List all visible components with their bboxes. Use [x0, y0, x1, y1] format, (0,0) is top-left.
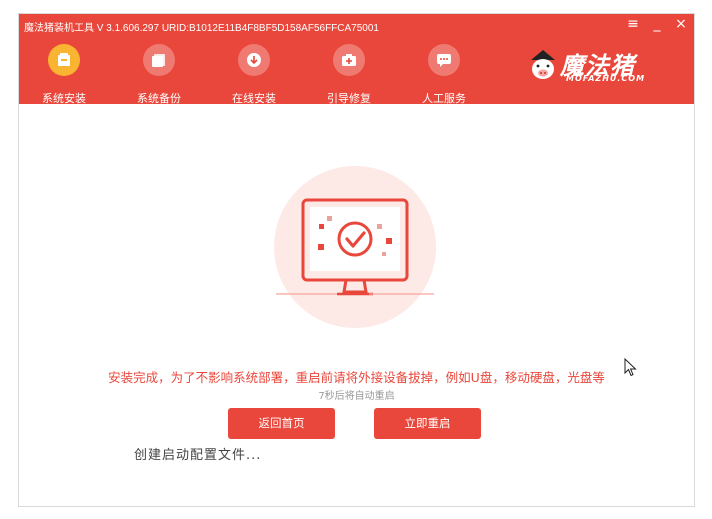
- return-home-button[interactable]: 返回首页: [228, 408, 335, 439]
- system-backup-icon: [143, 44, 175, 76]
- minimize-button[interactable]: _: [650, 16, 664, 32]
- top-nav: 系统安装 系统备份 在线安装 引导修复 人工服务: [19, 40, 489, 105]
- restart-countdown: 7秒后将自动重启: [318, 391, 395, 402]
- brand-logo: 魔法猪 MOFAZHU.COM: [528, 44, 678, 89]
- progress-status-text: 创建启动配置文件...: [134, 448, 262, 463]
- nav-item-system-backup[interactable]: 系统备份: [124, 40, 194, 105]
- main-panel: 安装完成，为了不影响系统部署，重启前请将外接设备拔掉，例如U盘，移动硬盘，光盘等…: [19, 104, 694, 506]
- install-complete-message: 安装完成，为了不影响系统部署，重启前请将外接设备拔掉，例如U盘，移动硬盘，光盘等: [108, 370, 605, 385]
- boot-repair-icon: [333, 44, 365, 76]
- close-button[interactable]: ×: [674, 16, 688, 32]
- mouse-cursor-icon: [624, 358, 637, 377]
- restart-now-button[interactable]: 立即重启: [374, 408, 481, 439]
- nav-item-online-install[interactable]: 在线安装: [219, 40, 289, 105]
- support-chat-icon: [428, 44, 460, 76]
- install-complete-illustration: [274, 166, 436, 328]
- nav-item-boot-repair[interactable]: 引导修复: [314, 40, 384, 105]
- online-install-icon: [238, 44, 270, 76]
- system-install-icon: [48, 44, 80, 76]
- monitor-check-icon: [276, 198, 434, 296]
- title-bar: 魔法猪装机工具 V 3.1.606.297 URID:B1012E11B4F8B…: [19, 14, 694, 105]
- window-title: 魔法猪装机工具 V 3.1.606.297 URID:B1012E11B4F8B…: [24, 23, 379, 34]
- nav-item-system-install[interactable]: 系统安装: [29, 40, 99, 105]
- logo-subtitle: MOFAZHU.COM: [566, 74, 646, 83]
- menu-icon[interactable]: ≡: [626, 16, 640, 32]
- pig-mascot-icon: [531, 50, 555, 79]
- nav-item-support[interactable]: 人工服务: [409, 40, 479, 105]
- app-window: 魔法猪装机工具 V 3.1.606.297 URID:B1012E11B4F8B…: [18, 13, 695, 507]
- window-controls: ≡ _ ×: [626, 16, 688, 32]
